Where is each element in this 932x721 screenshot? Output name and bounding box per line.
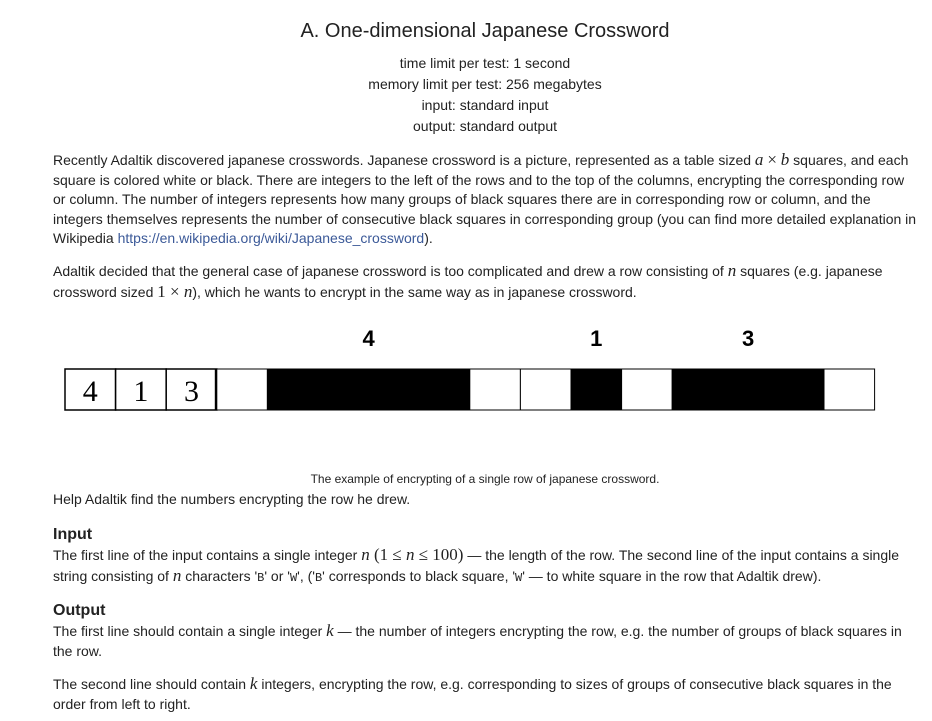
white-square [621,368,673,411]
white-square [519,368,572,411]
group-number: 3 [742,326,754,351]
black-square [418,368,471,411]
black-square [772,368,825,411]
clue-number: 1 [133,375,148,408]
clue-number: 3 [184,375,199,408]
black-square [570,368,623,411]
black-square [722,368,774,411]
black-square [317,368,370,411]
input-section-text: The first line of the input contains a s… [53,545,900,585]
group-number: 1 [590,326,602,351]
clue-number: 4 [83,375,98,408]
white-square [823,368,876,411]
black-square [266,368,319,411]
input-section-title: Input [53,526,93,543]
black-square [368,368,420,411]
figure-caption: The example of encrypting of a single ro… [310,472,660,486]
output-paragraph-2: The second line should contain k integer… [53,674,892,712]
white-square [216,368,268,411]
output-section-title: Output [53,602,106,619]
crossword-figure: 4 1 3 4 1 3 [64,326,876,411]
black-square [671,368,724,411]
group-number: 4 [362,326,375,351]
output-paragraph-1: The first line should contain a single i… [53,621,902,659]
help-text: Help Adaltik find the numbers encrypting… [53,491,411,507]
white-square [469,368,521,411]
